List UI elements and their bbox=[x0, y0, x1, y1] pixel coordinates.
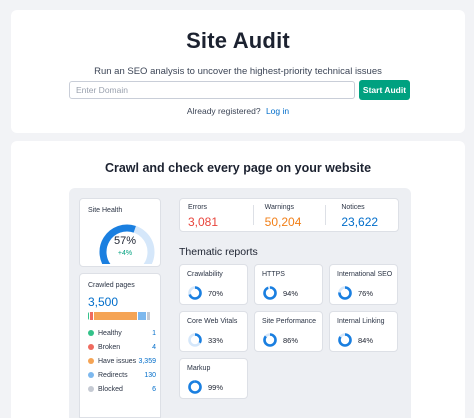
crawled-pages-total: 3,500 bbox=[88, 295, 119, 309]
domain-input[interactable] bbox=[69, 81, 355, 99]
report-crawlability[interactable]: Crawlability 70% bbox=[179, 264, 248, 305]
report-name: Core Web Vitals bbox=[187, 318, 238, 325]
page-subtitle: Run an SEO analysis to uncover the highe… bbox=[94, 66, 382, 77]
legend-row-broken[interactable]: Broken 4 bbox=[88, 340, 156, 354]
report-https[interactable]: HTTPS 94% bbox=[254, 264, 323, 305]
blocked-dot bbox=[88, 386, 94, 392]
warnings-stat[interactable]: Warnings 50,204 bbox=[252, 199, 326, 231]
crawled-pages-bar bbox=[88, 312, 154, 320]
legend-count: 1 bbox=[152, 329, 156, 337]
report-ring bbox=[188, 333, 202, 347]
thematic-reports-title: Thematic reports bbox=[179, 246, 258, 258]
page-title: Site Audit bbox=[186, 28, 290, 53]
site-health-value: 57% bbox=[113, 235, 137, 247]
report-name: Site Performance bbox=[262, 318, 317, 325]
broken-dot bbox=[88, 344, 94, 350]
hero-card: Site Audit Run an SEO analysis to uncove… bbox=[11, 10, 465, 133]
have-issues-dot bbox=[88, 358, 94, 364]
site-health-label: Site Health bbox=[88, 207, 123, 214]
legend-row-have-issues[interactable]: Have issues 3,359 bbox=[88, 354, 156, 368]
report-name: Internal Linking bbox=[337, 318, 385, 325]
report-value: 70% bbox=[208, 289, 224, 298]
ring-fill bbox=[188, 380, 202, 394]
crawled-pages-widget[interactable]: Crawled pages 3,500 Healthy 1 Broken 4 H… bbox=[79, 273, 161, 418]
preview-card: Crawl and check every page on your websi… bbox=[11, 141, 465, 418]
report-value: 94% bbox=[283, 289, 299, 298]
report-value: 33% bbox=[208, 336, 224, 345]
healthy-dot bbox=[88, 330, 94, 336]
legend-name: Broken bbox=[98, 343, 121, 351]
legend-row-healthy[interactable]: Healthy 1 bbox=[88, 326, 156, 340]
dashboard-preview: Site Health 57% +4% Crawled pages 3,500 … bbox=[69, 188, 411, 418]
report-value: 76% bbox=[358, 289, 374, 298]
report-ring bbox=[338, 333, 352, 347]
report-name: HTTPS bbox=[262, 271, 285, 278]
legend-count: 130 bbox=[144, 371, 156, 379]
report-ring bbox=[263, 333, 277, 347]
legend-row-blocked[interactable]: Blocked 6 bbox=[88, 382, 156, 396]
warnings-label: Warnings bbox=[264, 204, 294, 211]
errors-stat[interactable]: Errors 3,081 bbox=[180, 199, 253, 231]
report-site-performance[interactable]: Site Performance 86% bbox=[254, 311, 323, 352]
notices-label: Notices bbox=[341, 204, 365, 211]
report-core-web-vitals[interactable]: Core Web Vitals 33% bbox=[179, 311, 248, 352]
registered-text: Already registered? bbox=[186, 106, 261, 116]
report-value: 86% bbox=[283, 336, 299, 345]
ring-fill bbox=[263, 333, 277, 347]
report-name: Markup bbox=[187, 365, 211, 372]
crawled-pages-legend: Healthy 1 Broken 4 Have issues 3,359 Red… bbox=[88, 326, 156, 396]
crawled-pages-label: Crawled pages bbox=[88, 282, 135, 289]
site-health-widget[interactable]: Site Health 57% +4% bbox=[79, 198, 161, 267]
report-value: 84% bbox=[358, 336, 374, 345]
errors-value: 3,081 bbox=[188, 215, 219, 229]
report-ring bbox=[263, 286, 277, 300]
notices-stat[interactable]: Notices 23,622 bbox=[325, 199, 398, 231]
report-internal-linking[interactable]: Internal Linking 84% bbox=[329, 311, 398, 352]
registered-line: Already registered? Log in bbox=[11, 106, 465, 116]
report-value: 99% bbox=[208, 383, 224, 392]
legend-count: 3,359 bbox=[138, 357, 156, 365]
redirects-dot bbox=[88, 372, 94, 378]
report-ring bbox=[188, 380, 202, 394]
errors-label: Errors bbox=[188, 204, 208, 211]
report-ring bbox=[188, 286, 202, 300]
legend-name: Have issues bbox=[98, 357, 137, 365]
report-name: International SEO bbox=[337, 271, 393, 278]
section-title: Crawl and check every page on your websi… bbox=[104, 161, 372, 175]
ring-fill bbox=[263, 286, 277, 300]
bar-segment-redirects bbox=[136, 312, 147, 320]
legend-count: 6 bbox=[152, 385, 156, 393]
legend-name: Blocked bbox=[98, 385, 123, 393]
issues-widget: Errors 3,081 Warnings 50,204 Notices 23,… bbox=[179, 198, 399, 232]
report-international-seo[interactable]: International SEO 76% bbox=[329, 264, 398, 305]
notices-value: 23,622 bbox=[341, 215, 379, 229]
bar-segment-have-issues bbox=[93, 312, 137, 320]
legend-name: Redirects bbox=[98, 371, 128, 379]
report-ring bbox=[338, 286, 352, 300]
legend-row-redirects[interactable]: Redirects 130 bbox=[88, 368, 156, 382]
report-name: Crawlability bbox=[187, 271, 223, 278]
legend-count: 4 bbox=[152, 343, 156, 351]
site-health-delta: +4% bbox=[117, 250, 133, 257]
login-link[interactable]: Log in bbox=[266, 106, 289, 116]
bar-segment-blocked bbox=[146, 312, 150, 320]
report-markup[interactable]: Markup 99% bbox=[179, 358, 248, 399]
warnings-value: 50,204 bbox=[264, 215, 302, 229]
start-audit-button[interactable]: Start Audit bbox=[359, 80, 410, 100]
legend-name: Healthy bbox=[98, 329, 122, 337]
